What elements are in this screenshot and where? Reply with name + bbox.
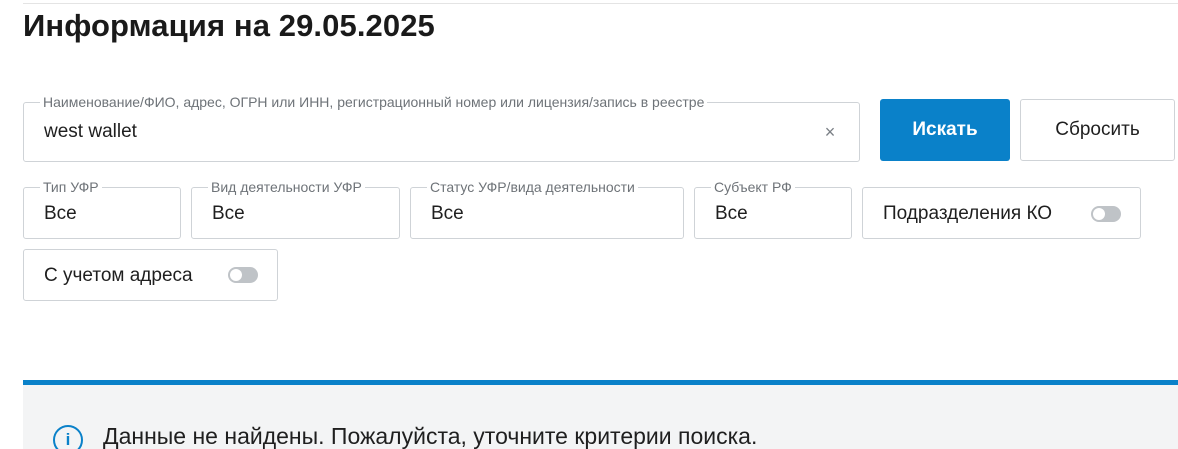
search-input[interactable]: west wallet — [44, 121, 137, 143]
toggle-knob — [1093, 208, 1105, 220]
toggle-address[interactable]: С учетом адреса — [23, 249, 278, 301]
search-field[interactable]: Наименование/ФИО, адрес, ОГРН или ИНН, р… — [23, 94, 860, 162]
toggle-knob — [230, 269, 242, 281]
toggle-label: С учетом адреса — [44, 265, 193, 286]
no-results-notice: i Данные не найдены. Пожалуйста, уточнит… — [23, 380, 1178, 449]
filter-value: Все — [431, 203, 464, 224]
reset-button[interactable]: Сбросить — [1020, 99, 1175, 161]
info-icon: i — [53, 425, 83, 449]
filter-activity-type[interactable]: Вид деятельности УФР Все — [191, 179, 400, 239]
top-divider — [23, 3, 1178, 4]
filter-value: Все — [212, 203, 245, 224]
filter-label: Субъект РФ — [711, 179, 795, 195]
filter-status[interactable]: Статус УФР/вида деятельности Все — [410, 179, 684, 239]
filter-value: Все — [715, 203, 748, 224]
search-field-label: Наименование/ФИО, адрес, ОГРН или ИНН, р… — [40, 94, 708, 110]
toggle-ko-branches[interactable]: Подразделения КО — [862, 187, 1141, 239]
filter-ufr-type[interactable]: Тип УФР Все — [23, 179, 181, 239]
clear-icon[interactable]: × — [823, 123, 837, 141]
page-title: Информация на 29.05.2025 — [23, 8, 435, 43]
search-button[interactable]: Искать — [880, 99, 1010, 161]
toggle-label: Подразделения КО — [883, 203, 1053, 224]
filter-label: Вид деятельности УФР — [208, 179, 365, 195]
filter-label: Тип УФР — [40, 179, 102, 195]
filter-value: Все — [44, 203, 77, 224]
notice-text: Данные не найдены. Пожалуйста, уточните … — [103, 423, 758, 449]
filter-region[interactable]: Субъект РФ Все — [694, 179, 852, 239]
toggle-switch[interactable] — [228, 267, 258, 283]
filter-label: Статус УФР/вида деятельности — [427, 179, 638, 195]
toggle-switch[interactable] — [1091, 206, 1121, 222]
